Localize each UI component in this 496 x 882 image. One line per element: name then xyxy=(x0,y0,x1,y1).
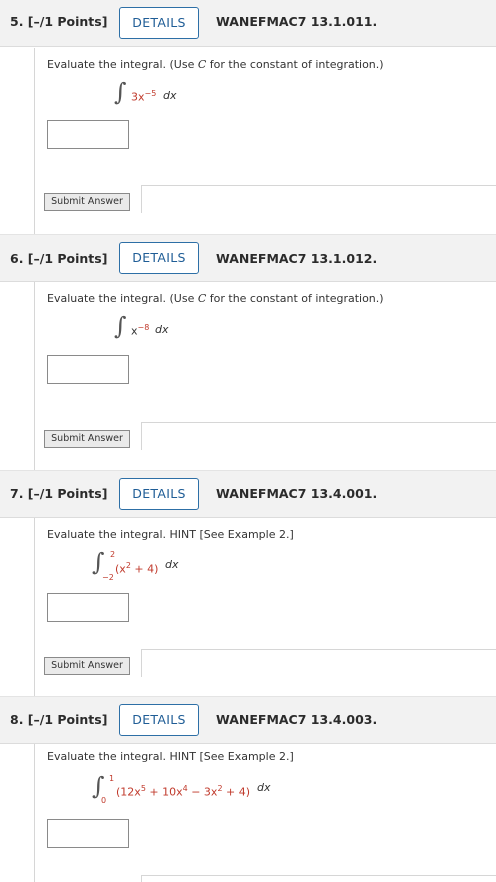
question-header: 5. [–/1 Points] DETAILS WANEFMAC7 13.1.0… xyxy=(0,0,496,47)
question-body: Evaluate the integral. HINT [See Example… xyxy=(34,744,496,882)
differential: dx xyxy=(163,89,177,102)
question-prompt: Evaluate the integral. (Use C for the co… xyxy=(47,292,384,305)
details-button[interactable]: DETAILS xyxy=(119,478,199,510)
answer-feedback-area xyxy=(141,649,496,677)
answer-feedback-area xyxy=(141,185,496,213)
answer-input[interactable] xyxy=(47,593,129,622)
submit-answer-button[interactable]: Submit Answer xyxy=(44,657,130,675)
lower-limit: 0 xyxy=(101,796,107,805)
question-prompt: Evaluate the integral. HINT [See Example… xyxy=(47,750,294,763)
question-number: 6. [–/1 Points] xyxy=(10,251,108,266)
question-code: WANEFMAC7 13.1.011. xyxy=(216,14,378,29)
answer-feedback-area xyxy=(141,875,496,882)
differential: dx xyxy=(165,558,179,571)
question-number: 7. [–/1 Points] xyxy=(10,486,108,501)
answer-input[interactable] xyxy=(47,120,129,149)
question-code: WANEFMAC7 13.4.003. xyxy=(216,712,378,727)
question-header: 7. [–/1 Points] DETAILS WANEFMAC7 13.4.0… xyxy=(0,470,496,518)
question-number: 5. [–/1 Points] xyxy=(10,14,108,29)
question-6: 6. [–/1 Points] DETAILS WANEFMAC7 13.1.0… xyxy=(0,234,496,470)
question-7: 7. [–/1 Points] DETAILS WANEFMAC7 13.4.0… xyxy=(0,470,496,696)
differential: dx xyxy=(257,781,271,794)
question-body: Evaluate the integral. (Use C for the co… xyxy=(34,282,496,470)
question-prompt: Evaluate the integral. (Use C for the co… xyxy=(47,58,384,71)
question-number: 8. [–/1 Points] xyxy=(10,712,108,727)
question-header: 8. [–/1 Points] DETAILS WANEFMAC7 13.4.0… xyxy=(0,696,496,744)
differential: dx xyxy=(155,323,169,336)
integral-sign-icon: ∫ xyxy=(114,78,127,106)
question-8: 8. [–/1 Points] DETAILS WANEFMAC7 13.4.0… xyxy=(0,696,496,882)
answer-feedback-area xyxy=(141,422,496,450)
answer-input[interactable] xyxy=(47,355,129,384)
question-body: Evaluate the integral. (Use C for the co… xyxy=(34,48,496,234)
upper-limit: 2 xyxy=(110,550,116,559)
answer-input[interactable] xyxy=(47,819,129,848)
details-button[interactable]: DETAILS xyxy=(119,7,199,39)
question-code: WANEFMAC7 13.4.001. xyxy=(216,486,378,501)
integral-sign-icon: ∫ xyxy=(114,312,127,340)
integrand: 3x−5 xyxy=(131,89,157,104)
integrand: (12x5 + 10x4 − 3x2 + 4) xyxy=(116,784,251,799)
lower-limit: −2 xyxy=(102,573,114,582)
question-header: 6. [–/1 Points] DETAILS WANEFMAC7 13.1.0… xyxy=(0,234,496,282)
question-code: WANEFMAC7 13.1.012. xyxy=(216,251,378,266)
integral-sign-icon: ∫ xyxy=(92,548,105,576)
submit-answer-button[interactable]: Submit Answer xyxy=(44,193,130,211)
submit-answer-button[interactable]: Submit Answer xyxy=(44,430,130,448)
question-5: 5. [–/1 Points] DETAILS WANEFMAC7 13.1.0… xyxy=(0,0,496,234)
question-body: Evaluate the integral. HINT [See Example… xyxy=(34,518,496,696)
integrand: (x2 + 4) xyxy=(115,561,159,576)
details-button[interactable]: DETAILS xyxy=(119,242,199,274)
integrand: x−8 xyxy=(131,323,150,338)
question-prompt: Evaluate the integral. HINT [See Example… xyxy=(47,528,294,541)
upper-limit: 1 xyxy=(109,774,115,783)
details-button[interactable]: DETAILS xyxy=(119,704,199,736)
